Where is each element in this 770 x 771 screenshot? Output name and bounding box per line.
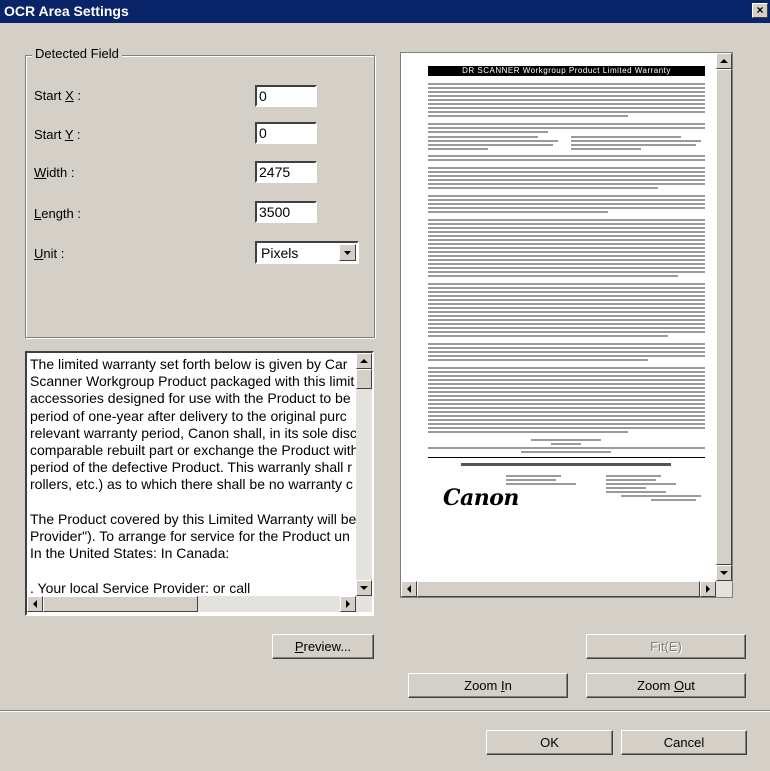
width-label: Width : [34, 165, 75, 180]
unit-dropdown-button[interactable] [339, 244, 356, 261]
zoom-out-button[interactable]: Zoom Out [586, 673, 746, 698]
start-y-field[interactable]: 0 [255, 122, 317, 144]
text-horizontal-scrollbar[interactable] [27, 596, 372, 612]
canon-logo: Canon [443, 485, 519, 511]
unit-select[interactable]: Pixels [255, 241, 359, 264]
separator [0, 710, 770, 712]
preview-scroll-left-button[interactable] [401, 581, 417, 597]
length-label: Length : [34, 206, 81, 221]
scroll-left-button[interactable] [27, 596, 43, 612]
scroll-right-button[interactable] [340, 596, 356, 612]
arrow-left-icon [407, 585, 411, 593]
title-bar: OCR Area Settings × [0, 0, 770, 23]
zoom-in-button[interactable]: Zoom In [408, 673, 568, 698]
recognized-text: The limited warranty set forth below is … [30, 356, 359, 596]
horizontal-scroll-thumb[interactable] [43, 596, 198, 612]
length-field[interactable]: 3500 [255, 201, 317, 223]
preview-horizontal-scroll-thumb[interactable] [417, 581, 700, 597]
scroll-thumb[interactable] [356, 369, 372, 389]
preview-button[interactable]: Preview... [272, 634, 374, 659]
preview-scroll-down-button[interactable] [716, 565, 732, 581]
close-button[interactable]: × [752, 3, 768, 18]
preview-scroll-thumb[interactable] [716, 69, 732, 565]
arrow-up-icon [720, 59, 728, 63]
start-x-label: Start X : [34, 88, 81, 103]
width-field[interactable]: 2475 [255, 161, 317, 183]
recognized-text-area[interactable]: The limited warranty set forth below is … [25, 351, 374, 616]
arrow-left-icon [33, 600, 37, 608]
preview-scroll-right-button[interactable] [700, 581, 716, 597]
detected-field-label: Detected Field [32, 46, 122, 61]
window-title: OCR Area Settings [4, 3, 129, 19]
arrow-down-icon [720, 571, 728, 575]
fit-button[interactable]: Fit(E) [586, 634, 746, 659]
arrow-down-icon [360, 586, 368, 590]
scroll-up-button[interactable] [356, 353, 372, 369]
preview-scroll-up-button[interactable] [716, 53, 732, 69]
ok-button[interactable]: OK [486, 730, 613, 755]
arrow-up-icon [360, 359, 368, 363]
unit-label: Unit : [34, 246, 65, 261]
arrow-right-icon [706, 585, 710, 593]
unit-select-value: Pixels [261, 245, 299, 261]
document-page-image: DR SCANNER Workgroup Product Limited War… [421, 61, 711, 566]
preview-horizontal-scrollbar[interactable] [401, 581, 716, 597]
document-preview-pane[interactable]: DR SCANNER Workgroup Product Limited War… [400, 52, 733, 598]
start-x-field[interactable]: 0 [255, 85, 317, 107]
cancel-button[interactable]: Cancel [621, 730, 747, 755]
text-vertical-scrollbar[interactable] [356, 353, 372, 596]
arrow-right-icon [346, 600, 350, 608]
chevron-down-icon [344, 251, 351, 255]
start-y-label: Start Y : [34, 127, 81, 142]
scroll-down-button[interactable] [356, 580, 372, 596]
preview-vertical-scrollbar[interactable] [716, 53, 732, 597]
